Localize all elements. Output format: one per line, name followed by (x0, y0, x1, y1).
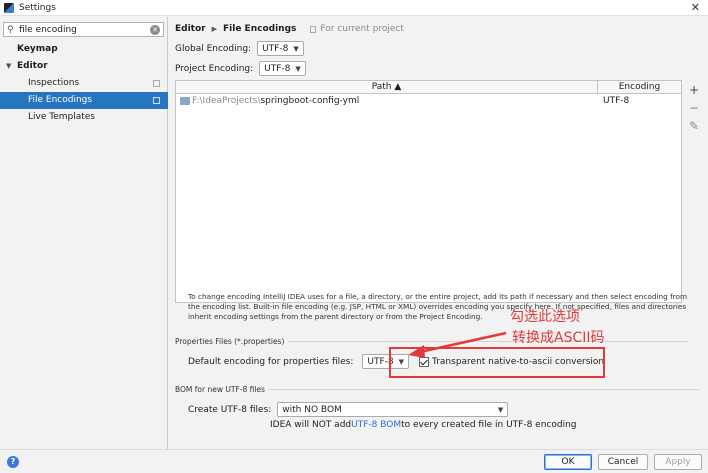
global-encoding-value: UTF-8 (262, 43, 289, 54)
project-encoding-select[interactable]: UTF-8 ▼ (259, 61, 306, 76)
scope-note: For current project (310, 24, 404, 34)
clear-search-icon[interactable]: ✕ (150, 25, 160, 35)
annotation-line-1: 勾选此选项 (510, 309, 580, 325)
sidebar-item-inspections[interactable]: Inspections (0, 75, 168, 92)
bom-section-title: BOM for new UTF-8 files (175, 385, 702, 394)
chevron-down-icon[interactable]: ▼ (6, 58, 11, 75)
global-encoding-label: Global Encoding: (175, 43, 252, 54)
encoding-help-text: To change encoding IntelliJ IDEA uses fo… (188, 292, 688, 321)
ok-button[interactable]: OK (544, 454, 592, 470)
annotation-highlight-box (389, 347, 605, 378)
breadcrumb-parent: Editor (175, 24, 206, 34)
bom-select-value: with NO BOM (282, 404, 342, 415)
sidebar-item-label: Live Templates (28, 112, 95, 122)
annotation-line-2: 转换成ASCII码 (512, 330, 605, 346)
path-cell: F:\IdeaProjects\ springboot-config-yml (176, 96, 598, 106)
search-input[interactable] (19, 24, 149, 35)
project-scope-icon (153, 80, 160, 87)
bom-note: IDEA will NOT add UTF-8 BOM to every cre… (270, 420, 577, 430)
close-icon[interactable]: ✕ (691, 1, 700, 14)
section-title-text: Properties Files (*.properties) (175, 337, 285, 346)
chevron-down-icon: ▼ (293, 44, 299, 53)
path-prefix: F:\IdeaProjects\ (192, 96, 261, 106)
project-encoding-label: Project Encoding: (175, 63, 254, 74)
project-encoding-value: UTF-8 (264, 63, 291, 74)
encoding-table[interactable]: Path ▲ Encoding F:\IdeaProjects\ springbo… (175, 80, 682, 303)
table-toolbar: + − ✎ (686, 83, 702, 137)
path-name: springboot-config-yml (260, 96, 360, 106)
edit-icon[interactable]: ✎ (686, 119, 702, 137)
scope-label: For current project (320, 24, 404, 34)
bom-select[interactable]: with NO BOM ▼ (277, 402, 509, 417)
breadcrumb: Editor ▶ File Encodings For current proj… (175, 24, 404, 34)
add-icon[interactable]: + (686, 83, 702, 101)
project-scope-icon (310, 25, 317, 33)
chevron-down-icon: ▼ (295, 64, 301, 73)
remove-icon[interactable]: − (686, 101, 702, 119)
sidebar-item-label: Inspections (28, 78, 80, 88)
default-properties-encoding-label: Default encoding for properties files: (188, 356, 354, 367)
settings-sidebar: ⚲ ✕ Keymap ▼ Editor Inspections File Enco… (0, 17, 168, 449)
breadcrumb-current: File Encodings (223, 24, 297, 34)
dialog-button-bar: ? OK Cancel Apply (0, 449, 708, 473)
properties-section-title: Properties Files (*.properties) (175, 337, 702, 346)
cancel-button[interactable]: Cancel (598, 454, 648, 470)
search-icon: ⚲ (7, 24, 14, 35)
table-row[interactable]: F:\IdeaProjects\ springboot-config-yml UT… (176, 94, 681, 108)
settings-content: Editor ▶ File Encodings For current proj… (169, 17, 708, 449)
chevron-down-icon: ▼ (497, 405, 504, 414)
table-header: Path ▲ Encoding (176, 81, 681, 94)
bom-note-prefix: IDEA will NOT add (270, 420, 352, 430)
utf8-bom-link[interactable]: UTF-8 BOM (351, 420, 401, 430)
sidebar-item-live-templates[interactable]: Live Templates (0, 109, 168, 126)
bom-row: Create UTF-8 files: with NO BOM ▼ (188, 402, 509, 417)
help-icon[interactable]: ? (7, 456, 19, 468)
bom-note-suffix: to every created file in UTF-8 encoding (401, 420, 577, 430)
encoding-cell[interactable]: UTF-8 (598, 96, 681, 106)
create-utf8-files-label: Create UTF-8 files: (188, 404, 272, 415)
chevron-right-icon: ▶ (211, 25, 217, 33)
section-title-text: BOM for new UTF-8 files (175, 385, 265, 394)
settings-tree: Keymap ▼ Editor Inspections File Encoding… (0, 41, 168, 126)
sidebar-item-keymap[interactable]: Keymap (0, 41, 168, 58)
sidebar-item-label: File Encodings (28, 95, 93, 105)
project-scope-icon (153, 97, 160, 104)
apply-button[interactable]: Apply (654, 454, 702, 470)
global-encoding-select[interactable]: UTF-8 ▼ (257, 41, 304, 56)
encoding-column-header[interactable]: Encoding (598, 81, 681, 93)
sidebar-item-label: Keymap (17, 44, 58, 54)
module-folder-icon (180, 97, 190, 105)
window-title: Settings (19, 2, 56, 13)
sidebar-item-editor[interactable]: ▼ Editor (0, 58, 168, 75)
path-column-header[interactable]: Path ▲ (176, 81, 598, 93)
sidebar-item-label: Editor (17, 61, 48, 71)
sidebar-item-file-encodings[interactable]: File Encodings (0, 92, 168, 109)
global-encoding-row: Global Encoding: UTF-8 ▼ (175, 41, 304, 56)
intellij-app-icon (4, 2, 14, 13)
title-bar: Settings ✕ (0, 0, 708, 16)
settings-search-box[interactable]: ⚲ ✕ (3, 22, 164, 37)
project-encoding-row: Project Encoding: UTF-8 ▼ (175, 61, 306, 76)
